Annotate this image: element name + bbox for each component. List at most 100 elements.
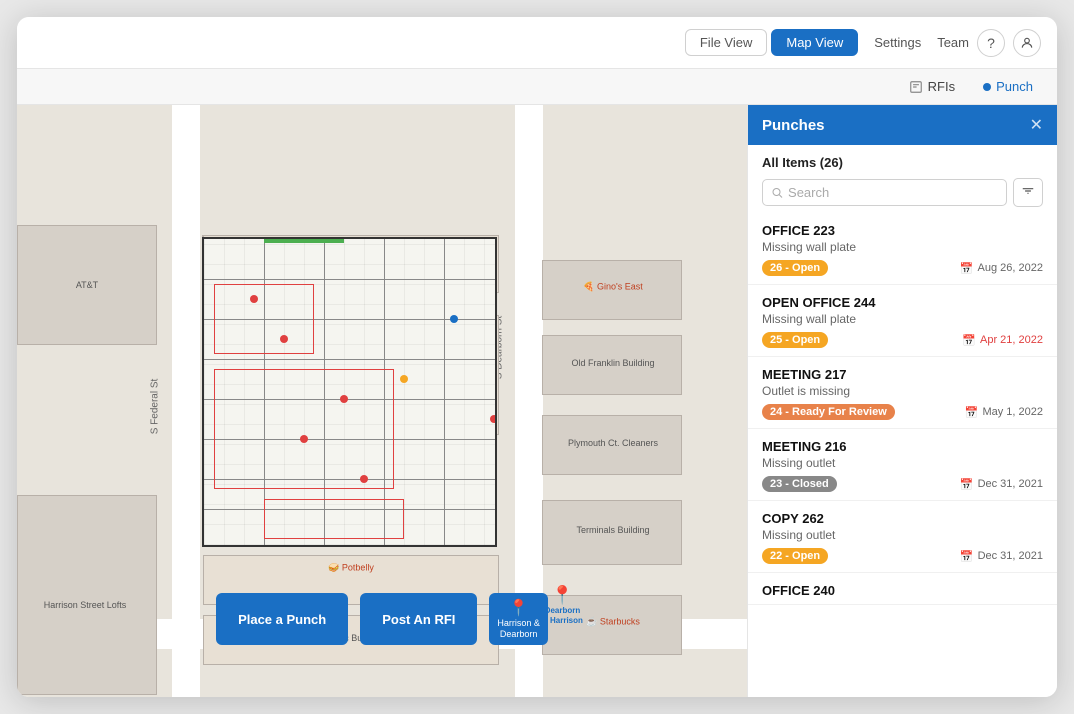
date-text: Dec 31, 2021 <box>978 478 1043 490</box>
punch-item-footer: 23 - Closed 📅 Dec 31, 2021 <box>762 476 1043 492</box>
panel-count: All Items (26) <box>762 155 1043 170</box>
punch-item[interactable]: OFFICE 223 Missing wall plate 26 - Open … <box>748 213 1057 285</box>
status-badge: 22 - Open <box>762 548 828 564</box>
punch-item-title: MEETING 217 <box>762 367 1043 382</box>
blueprint-building <box>202 237 497 547</box>
cal-icon: 📅 <box>960 478 974 491</box>
harrison-dearborn-area: 📍 Harrison &Dearborn <box>489 593 548 645</box>
tab-file-view[interactable]: File View <box>685 29 768 56</box>
punch-item[interactable]: OPEN OFFICE 244 Missing wall plate 25 - … <box>748 285 1057 357</box>
punch-item-desc: Missing outlet <box>762 456 1043 470</box>
help-button[interactable]: ? <box>977 29 1005 57</box>
punch-item-desc: Outlet is missing <box>762 384 1043 398</box>
top-bar-links: Settings Team <box>874 35 969 50</box>
punch-item-title: MEETING 216 <box>762 439 1043 454</box>
panel-close-button[interactable]: ✕ <box>1030 115 1043 135</box>
rfis-toolbar-btn[interactable]: RFIs <box>901 75 963 98</box>
badge-status: Open <box>792 334 820 346</box>
date-text: Dec 31, 2021 <box>978 550 1043 562</box>
status-badge: 25 - Open <box>762 332 828 348</box>
punch-label: Punch <box>996 79 1033 94</box>
status-badge: 26 - Open <box>762 260 828 276</box>
punch-item-desc: Missing wall plate <box>762 240 1043 254</box>
team-link[interactable]: Team <box>937 35 969 50</box>
top-bar: File View Map View Settings Team ? <box>17 17 1057 69</box>
pm5 <box>300 435 308 443</box>
pm1 <box>250 295 258 303</box>
search-input-wrap <box>762 179 1007 206</box>
red-area-2 <box>214 369 394 489</box>
badge-num: 23 <box>770 478 782 490</box>
tab-map-view[interactable]: Map View <box>771 29 858 56</box>
map-area[interactable]: W Harrison St W Harrison St W Harrison S… <box>17 105 747 697</box>
cal-icon: 📅 <box>962 334 976 347</box>
punch-item[interactable]: COPY 262 Missing outlet 22 - Open 📅 Dec … <box>748 501 1057 573</box>
punch-item[interactable]: OFFICE 240 <box>748 573 1057 605</box>
franklin-label: Old Franklin Building <box>571 358 654 368</box>
status-badge: 24 - Ready For Review <box>762 404 895 420</box>
punch-item-title: COPY 262 <box>762 511 1043 526</box>
pm3 <box>340 395 348 403</box>
search-icon <box>771 186 783 199</box>
red-area-1 <box>214 284 314 354</box>
settings-link[interactable]: Settings <box>874 35 921 50</box>
pm4 <box>400 375 408 383</box>
post-rfi-button[interactable]: Post An RFI <box>360 593 477 645</box>
red-area-3 <box>264 499 404 539</box>
rl3 <box>204 359 495 360</box>
panel-header: Punches ✕ <box>748 105 1057 145</box>
date-row: 📅 May 1, 2022 <box>965 406 1043 419</box>
sort-button[interactable] <box>1013 178 1043 207</box>
badge-num: 24 <box>770 406 782 418</box>
date-text: May 1, 2022 <box>982 406 1043 418</box>
terminals-label: Terminals Building <box>576 525 649 535</box>
badge-num: 25 <box>770 334 782 346</box>
badge-status: Open <box>792 262 820 274</box>
place-punch-button[interactable]: Place a Punch <box>216 593 348 645</box>
punch-list: OFFICE 223 Missing wall plate 26 - Open … <box>748 207 1057 697</box>
green-bar <box>264 239 344 243</box>
badge-status: Closed <box>792 478 829 490</box>
main-area: W Harrison St W Harrison St W Harrison S… <box>17 105 1057 697</box>
punch-dot-icon <box>983 83 991 91</box>
harrison-dearborn-btn[interactable]: 📍 Harrison &Dearborn <box>489 593 548 645</box>
badge-status: Open <box>792 550 820 562</box>
search-input[interactable] <box>788 185 998 200</box>
punch-toolbar-btn[interactable]: Punch <box>975 75 1041 98</box>
search-row <box>762 178 1043 207</box>
badge-status: Ready For Review <box>792 406 887 418</box>
rfis-label: RFIs <box>928 79 955 94</box>
badge-num: 22 <box>770 550 782 562</box>
pm8 <box>490 415 497 423</box>
punch-item-footer: 25 - Open 📅 Apr 21, 2022 <box>762 332 1043 348</box>
punch-item-desc: Missing outlet <box>762 528 1043 542</box>
map-canvas: W Harrison St W Harrison St W Harrison S… <box>17 105 747 697</box>
date-text: Apr 21, 2022 <box>980 334 1043 346</box>
date-row-red: 📅 Apr 21, 2022 <box>962 334 1043 347</box>
panel-title: Punches <box>762 117 825 134</box>
street-label-federal: S Federal St <box>150 379 161 435</box>
cal-icon: 📅 <box>965 406 979 419</box>
pm2 <box>280 335 288 343</box>
toolbar-row: RFIs Punch <box>17 69 1057 105</box>
cal-icon: 📅 <box>960 550 974 563</box>
map-bottom-bar: Place a Punch Post An RFI 📍 Harrison &De… <box>17 593 747 645</box>
punch-item[interactable]: MEETING 217 Outlet is missing 24 - Ready… <box>748 357 1057 429</box>
date-row: 📅 Aug 26, 2022 <box>960 262 1043 275</box>
status-badge: 23 - Closed <box>762 476 837 492</box>
date-row: 📅 Dec 31, 2021 <box>960 478 1043 491</box>
pm6 <box>360 475 368 483</box>
punch-item[interactable]: MEETING 216 Missing outlet 23 - Closed 📅… <box>748 429 1057 501</box>
user-button[interactable] <box>1013 29 1041 57</box>
punch-item-title: OFFICE 240 <box>762 583 1043 598</box>
panel-subheader: All Items (26) <box>748 145 1057 207</box>
nav-tabs: File View Map View <box>685 29 858 56</box>
att-label: AT&T <box>76 280 98 290</box>
punch-item-title: OPEN OFFICE 244 <box>762 295 1043 310</box>
date-row: 📅 Dec 31, 2021 <box>960 550 1043 563</box>
date-text: Aug 26, 2022 <box>978 262 1043 274</box>
sort-icon <box>1021 184 1035 198</box>
cal-icon: 📅 <box>960 262 974 275</box>
app-window: File View Map View Settings Team ? RFIs … <box>17 17 1057 697</box>
ginos-label: 🍕 Gino's East <box>583 282 642 293</box>
